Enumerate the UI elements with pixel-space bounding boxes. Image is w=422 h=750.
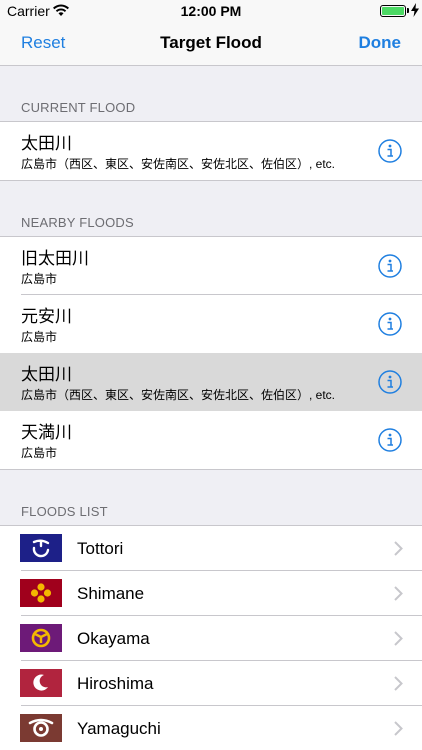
flood-name: 太田川 xyxy=(21,134,72,153)
nearby-floods-group: 旧太田川 広島市 元安川 広島市 太田川 広島市（西区、東区、安佐南区、安佐北区… xyxy=(0,236,422,470)
chevron-right-icon xyxy=(394,721,403,736)
okayama-flag-icon xyxy=(20,624,62,652)
charging-bolt-icon xyxy=(411,3,419,17)
tottori-flag-icon xyxy=(20,534,62,562)
prefecture-label: Tottori xyxy=(77,539,124,558)
prefecture-label: Okayama xyxy=(77,629,150,648)
chevron-right-icon xyxy=(394,631,403,646)
prefecture-row-okayama[interactable]: Okayama xyxy=(0,616,422,661)
flood-area: 広島市 xyxy=(21,446,58,460)
info-icon[interactable] xyxy=(378,370,402,394)
chevron-right-icon xyxy=(394,541,403,556)
current-flood-header: CURRENT FLOOD xyxy=(21,100,136,115)
current-flood-group: 太田川 広島市（西区、東区、安佐南区、安佐北区、佐伯区）, etc. xyxy=(0,121,422,181)
navigation-bar: Reset Target Flood Done xyxy=(0,22,422,66)
floods-list-group: Tottori Shimane Okayama Hiroshima Yamagu… xyxy=(0,525,422,750)
done-button[interactable]: Done xyxy=(359,33,402,53)
prefecture-label: Yamaguchi xyxy=(77,719,161,738)
prefecture-row-shimane[interactable]: Shimane xyxy=(0,571,422,616)
chevron-right-icon xyxy=(394,586,403,601)
flood-area: 広島市（西区、東区、安佐南区、安佐北区、佐伯区）, etc. xyxy=(21,157,336,171)
nearby-flood-row[interactable]: 元安川 広島市 xyxy=(0,295,422,353)
battery-tip xyxy=(407,8,409,13)
current-flood-row[interactable]: 太田川 広島市（西区、東区、安佐南区、安佐北区、佐伯区）, etc. xyxy=(0,122,422,180)
battery-icon xyxy=(380,5,406,17)
nearby-flood-row-selected[interactable]: 太田川 広島市（西区、東区、安佐南区、安佐北区、佐伯区）, etc. xyxy=(0,353,422,411)
shimane-flag-icon xyxy=(20,579,62,607)
prefecture-row-yamaguchi[interactable]: Yamaguchi xyxy=(0,706,422,750)
chevron-right-icon xyxy=(394,676,403,691)
info-icon[interactable] xyxy=(378,312,402,336)
flood-name: 天満川 xyxy=(21,423,72,442)
flood-name: 旧太田川 xyxy=(21,249,89,268)
info-icon[interactable] xyxy=(378,428,402,452)
flood-name: 太田川 xyxy=(21,365,72,384)
flood-area: 広島市（西区、東区、安佐南区、安佐北区、佐伯区）, etc. xyxy=(21,388,336,402)
floods-list-header: FLOODS LIST xyxy=(21,504,108,519)
prefecture-row-hiroshima[interactable]: Hiroshima xyxy=(0,661,422,706)
prefecture-row-tottori[interactable]: Tottori xyxy=(0,526,422,571)
hiroshima-flag-icon xyxy=(20,669,62,697)
info-icon[interactable] xyxy=(378,254,402,278)
nearby-floods-header: NEARBY FLOODS xyxy=(21,215,134,230)
flood-area: 広島市 xyxy=(21,272,58,286)
status-bar: Carrier 12:00 PM xyxy=(0,0,422,22)
flood-area: 広島市 xyxy=(21,330,58,344)
nearby-flood-row[interactable]: 旧太田川 広島市 xyxy=(0,237,422,295)
yamaguchi-flag-icon xyxy=(20,714,62,742)
flood-name: 元安川 xyxy=(21,307,72,326)
prefecture-label: Shimane xyxy=(77,584,145,603)
status-time: 12:00 PM xyxy=(180,3,242,19)
nearby-flood-row[interactable]: 天満川 広島市 xyxy=(0,411,422,469)
info-icon[interactable] xyxy=(378,139,402,163)
prefecture-label: Hiroshima xyxy=(77,674,154,693)
